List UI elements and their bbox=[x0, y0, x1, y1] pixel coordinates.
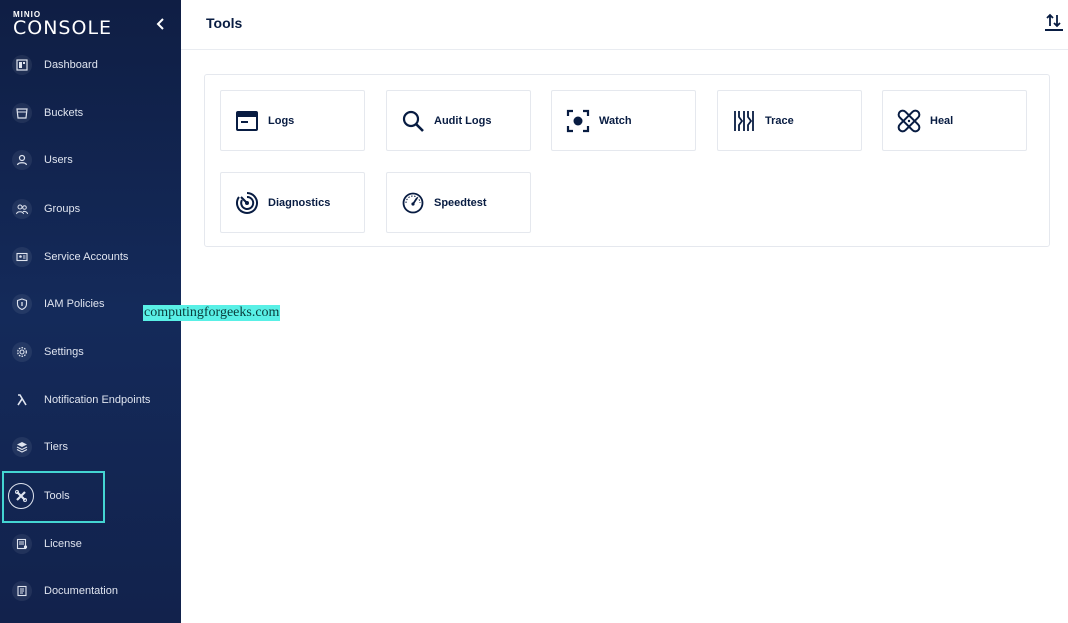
sidebar-item-label: IAM Policies bbox=[44, 298, 105, 310]
sidebar-item-label: Settings bbox=[44, 346, 84, 358]
sort-arrows-icon bbox=[1045, 13, 1063, 31]
tool-card-heal[interactable]: Heal bbox=[882, 90, 1027, 151]
upload-download-button[interactable] bbox=[1043, 12, 1065, 32]
user-icon bbox=[12, 150, 32, 170]
speedtest-icon bbox=[402, 192, 424, 214]
sidebar-item-label: Buckets bbox=[44, 107, 84, 119]
sidebar-item-label: Tools bbox=[44, 490, 70, 502]
documentation-icon bbox=[12, 581, 32, 601]
license-icon bbox=[12, 534, 32, 554]
sidebar-item-label: Groups bbox=[44, 203, 81, 215]
page-header: Tools bbox=[181, 0, 1068, 50]
collapse-sidebar-button[interactable] bbox=[154, 16, 168, 32]
tool-card-trace[interactable]: Trace bbox=[717, 90, 862, 151]
sidebar-item-license[interactable]: License bbox=[0, 524, 181, 564]
sidebar-item-label: Dashboard bbox=[44, 59, 98, 71]
sidebar-item-label: Users bbox=[44, 154, 73, 166]
sidebar-item-notification-endpoints[interactable]: Notification Endpoints bbox=[0, 380, 181, 420]
sidebar-item-tiers[interactable]: Tiers bbox=[0, 427, 181, 467]
tool-label: Audit Logs bbox=[434, 114, 492, 127]
tool-label: Watch bbox=[599, 114, 632, 127]
sidebar-item-buckets[interactable]: Buckets bbox=[0, 93, 181, 133]
gear-icon bbox=[12, 342, 32, 362]
dashboard-icon bbox=[12, 55, 32, 75]
watch-icon bbox=[566, 109, 590, 133]
tool-label: Speedtest bbox=[434, 196, 487, 209]
minio-console-logo[interactable]: MINIO CONSOLE bbox=[13, 10, 113, 39]
tools-panel: Logs Audit Logs Watch Trace Heal Diagnos… bbox=[204, 74, 1050, 247]
sidebar-item-label: License bbox=[44, 538, 82, 550]
heal-icon bbox=[897, 109, 921, 133]
trace-icon bbox=[734, 111, 754, 131]
tool-card-diagnostics[interactable]: Diagnostics bbox=[220, 172, 365, 233]
logo-big-text: CONSOLE bbox=[13, 17, 113, 39]
sidebar-item-label: Notification Endpoints bbox=[44, 394, 151, 406]
sidebar-item-label: Documentation bbox=[44, 585, 118, 597]
tools-icon bbox=[8, 483, 34, 509]
chevron-left-icon bbox=[156, 18, 164, 30]
sidebar-item-dashboard[interactable]: Dashboard bbox=[0, 45, 181, 85]
lambda-icon bbox=[12, 390, 32, 410]
tool-label: Diagnostics bbox=[268, 196, 331, 209]
sidebar-item-tools[interactable]: Tools bbox=[0, 476, 181, 516]
sidebar-item-groups[interactable]: Groups bbox=[0, 189, 181, 229]
sidebar-item-label: Service Accounts bbox=[44, 251, 129, 263]
tool-card-watch[interactable]: Watch bbox=[551, 90, 696, 151]
sidebar-item-documentation[interactable]: Documentation bbox=[0, 571, 181, 611]
tool-card-audit-logs[interactable]: Audit Logs bbox=[386, 90, 531, 151]
watermark-text: computingforgeeks.com bbox=[143, 305, 281, 321]
sidebar-item-service-accounts[interactable]: Service Accounts bbox=[0, 237, 181, 277]
sidebar-item-users[interactable]: Users bbox=[0, 140, 181, 180]
tool-card-speedtest[interactable]: Speedtest bbox=[386, 172, 531, 233]
groups-icon bbox=[12, 199, 32, 219]
tool-label: Logs bbox=[268, 114, 295, 127]
sidebar-item-label: Tiers bbox=[44, 441, 69, 453]
bucket-icon bbox=[12, 103, 32, 123]
tool-label: Heal bbox=[930, 114, 954, 127]
page-title: Tools bbox=[206, 15, 243, 31]
logs-icon bbox=[236, 111, 258, 131]
diagnostics-icon bbox=[236, 192, 258, 214]
sidebar-item-settings[interactable]: Settings bbox=[0, 332, 181, 372]
service-account-icon bbox=[12, 247, 32, 267]
tool-card-logs[interactable]: Logs bbox=[220, 90, 365, 151]
tiers-icon bbox=[12, 437, 32, 457]
audit-logs-icon bbox=[402, 110, 424, 132]
shield-icon bbox=[12, 294, 32, 314]
tool-label: Trace bbox=[765, 114, 794, 127]
